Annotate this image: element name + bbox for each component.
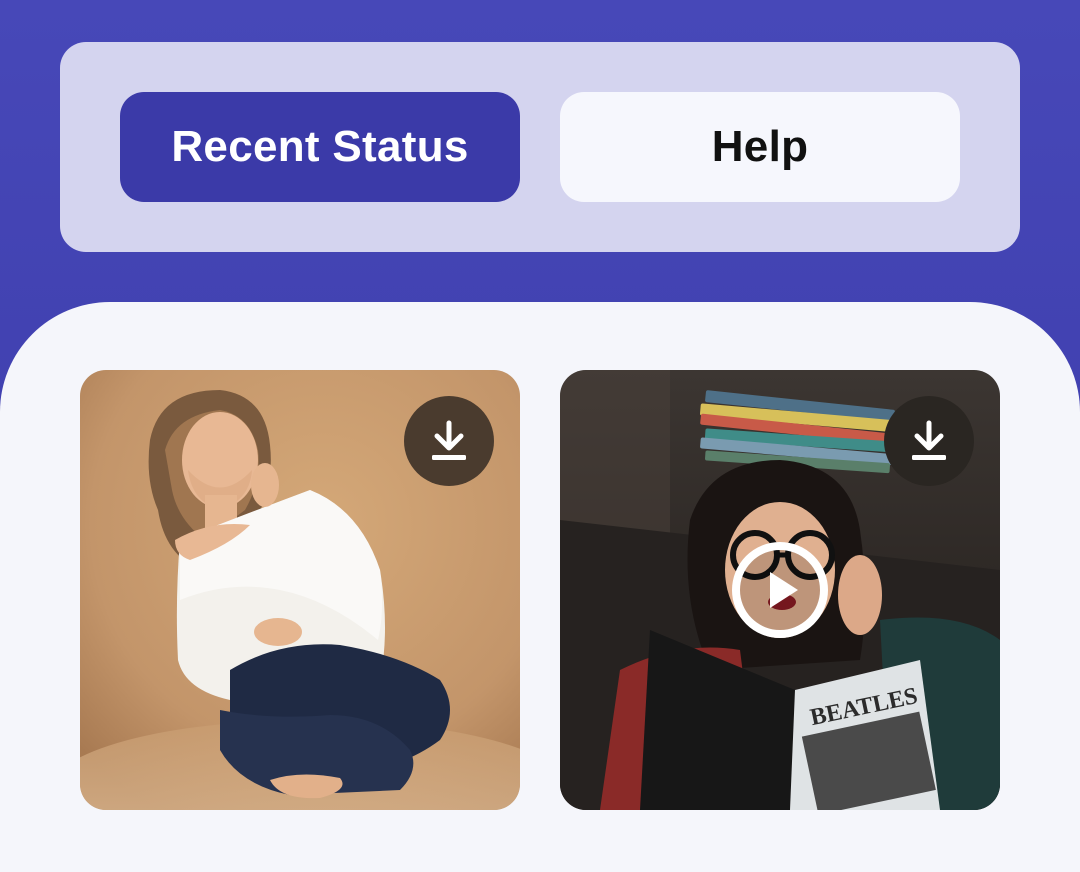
status-card-image[interactable] (80, 370, 520, 810)
download-icon (432, 420, 466, 460)
play-icon[interactable] (730, 540, 830, 640)
tab-recent-status[interactable]: Recent Status (120, 92, 520, 202)
status-grid: BEATLES (0, 302, 1080, 872)
tab-help[interactable]: Help (560, 92, 960, 202)
download-button[interactable] (404, 396, 494, 486)
download-icon (912, 420, 946, 460)
status-card-video[interactable]: BEATLES (560, 370, 1000, 810)
tab-bar: Recent Status Help (60, 42, 1020, 252)
download-button[interactable] (884, 396, 974, 486)
app-root: Recent Status Help BEATLES (0, 0, 1080, 872)
